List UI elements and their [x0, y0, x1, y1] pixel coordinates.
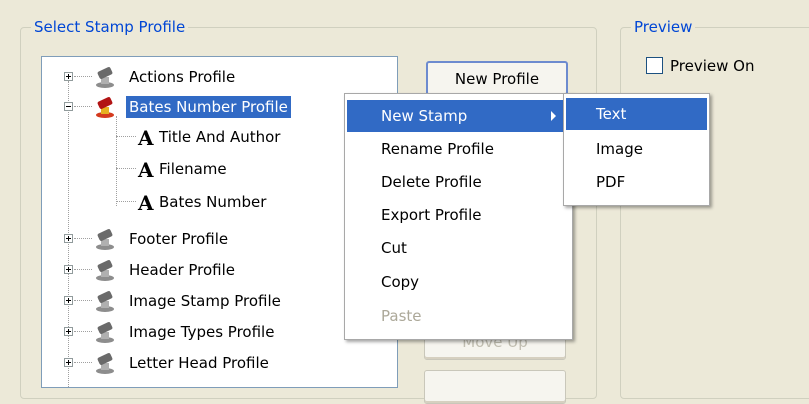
- new-stamp-submenu: Text Image PDF: [563, 93, 710, 206]
- tree-connector: [74, 269, 92, 270]
- tree-item-label[interactable]: Letter Head Profile: [126, 352, 272, 374]
- menu-item-export-profile[interactable]: Export Profile: [347, 199, 570, 231]
- new-profile-button[interactable]: New Profile: [426, 61, 568, 97]
- tree-item-actions-profile[interactable]: Actions Profile: [42, 62, 397, 92]
- expand-icon[interactable]: [64, 327, 73, 336]
- tree-connector: [74, 238, 92, 239]
- collapse-icon[interactable]: [64, 102, 73, 111]
- tree-item-label[interactable]: Header Profile: [126, 259, 238, 281]
- submenu-arrow-icon: [551, 111, 556, 121]
- stamp-profile-open-icon: [96, 97, 114, 118]
- context-menu: New Stamp Rename Profile Delete Profile …: [344, 93, 573, 340]
- preview-title: Preview: [631, 18, 696, 36]
- text-stamp-icon: A: [138, 126, 154, 150]
- preview-checkbox[interactable]: [646, 57, 663, 74]
- tree-item-label[interactable]: Image Types Profile: [126, 321, 277, 343]
- expand-icon[interactable]: [64, 358, 73, 367]
- tree-item-label[interactable]: Bates Number: [156, 191, 269, 213]
- expand-icon[interactable]: [64, 234, 73, 243]
- tree-item-label[interactable]: Actions Profile: [126, 66, 238, 88]
- text-stamp-icon: A: [138, 191, 154, 215]
- menu-item-rename-profile[interactable]: Rename Profile: [347, 133, 570, 165]
- tree-connector: [74, 76, 92, 77]
- preview-group: [620, 27, 809, 399]
- tree-connector: [74, 300, 92, 301]
- tree-item-label[interactable]: Image Stamp Profile: [126, 290, 284, 312]
- menu-item-copy[interactable]: Copy: [347, 266, 570, 298]
- stamp-profile-icon: [96, 322, 114, 343]
- menu-item-delete-profile[interactable]: Delete Profile: [347, 166, 570, 198]
- menu-item-cut[interactable]: Cut: [347, 232, 570, 264]
- tree-item-label[interactable]: Filename: [156, 158, 230, 180]
- stamp-profile-icon: [96, 291, 114, 312]
- tree-connector: [74, 362, 92, 363]
- tree-connector: [116, 201, 136, 202]
- menu-item-paste[interactable]: Paste: [347, 300, 570, 332]
- submenu-item-pdf[interactable]: PDF: [566, 166, 707, 198]
- tree-item-label[interactable]: Title And Author: [156, 126, 283, 148]
- tree-connector: [74, 106, 92, 107]
- tree-item-letter-head-profile[interactable]: Letter Head Profile: [42, 348, 397, 378]
- expand-icon[interactable]: [64, 296, 73, 305]
- stamp-profile-icon: [96, 67, 114, 88]
- tree-connector: [116, 168, 136, 169]
- tree-connector: [74, 331, 92, 332]
- tree-item-label[interactable]: Bates Number Profile: [126, 96, 291, 118]
- stamp-profile-icon: [96, 229, 114, 250]
- stamp-profile-icon: [96, 353, 114, 374]
- submenu-item-text[interactable]: Text: [566, 98, 707, 130]
- stamp-profile-icon: [96, 260, 114, 281]
- tree-item-label[interactable]: Footer Profile: [126, 228, 231, 250]
- menu-item-label: New Stamp: [381, 107, 468, 125]
- expand-icon[interactable]: [64, 265, 73, 274]
- expand-icon[interactable]: [64, 72, 73, 81]
- next-button[interactable]: [424, 370, 566, 404]
- preview-checkbox-label[interactable]: Preview On: [670, 55, 754, 77]
- text-stamp-icon: A: [138, 158, 154, 182]
- tree-connector: [116, 136, 136, 137]
- menu-item-new-stamp[interactable]: New Stamp: [347, 100, 570, 132]
- select-stamp-profile-title: Select Stamp Profile: [31, 18, 189, 36]
- submenu-item-image[interactable]: Image: [566, 133, 707, 165]
